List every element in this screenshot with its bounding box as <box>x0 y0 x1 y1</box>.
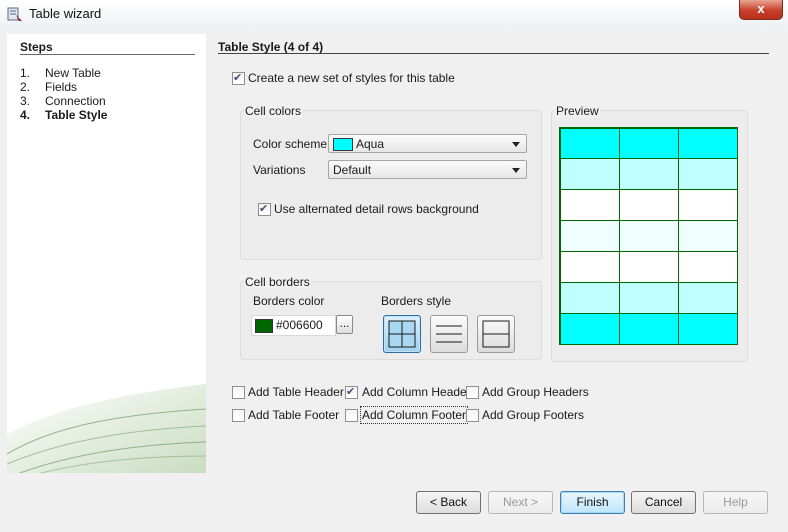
borders-color-label: Borders color <box>253 294 325 308</box>
preview-cell <box>559 189 620 222</box>
group-footers-label: Add Group Footers <box>482 408 585 422</box>
preview-cell <box>618 220 679 252</box>
steps-divider <box>20 54 195 55</box>
cancel-button[interactable]: Cancel <box>631 491 696 514</box>
step-fields: 2. Fields <box>20 80 78 94</box>
preview-cell <box>677 189 738 222</box>
step-table-style: 4. Table Style <box>20 108 108 122</box>
chevron-down-icon <box>512 142 520 147</box>
preview-cell <box>677 220 738 252</box>
column-footer-checkbox[interactable] <box>345 409 358 422</box>
section-title: Table Style (4 of 4) <box>218 40 324 54</box>
borders-color-chip <box>255 319 273 333</box>
border-style-all-button[interactable] <box>383 315 421 353</box>
preview-cell <box>559 312 620 345</box>
finish-button[interactable]: Finish <box>560 491 625 514</box>
window-title: Table wizard <box>29 6 102 21</box>
close-button[interactable]: x <box>739 0 783 20</box>
preview-cell <box>618 127 679 160</box>
group-headers-label: Add Group Headers <box>482 385 589 399</box>
group-footers-checkbox[interactable] <box>466 409 479 422</box>
preview-cell <box>559 250 620 283</box>
preview-cell <box>618 250 679 283</box>
alternated-rows-checkbox[interactable] <box>258 202 271 216</box>
preview-cell <box>618 281 679 314</box>
column-header-label: Add Column Header <box>362 385 471 399</box>
steps-panel: Steps 1. New Table 2. Fields 3. Connection … <box>7 34 206 473</box>
preview-cell <box>618 189 679 222</box>
column-header-checkbox[interactable] <box>345 385 358 399</box>
color-scheme-label: Color scheme <box>253 137 328 151</box>
step-new-table: 1. New Table <box>20 66 101 80</box>
title-bar <box>0 0 788 29</box>
decorative-swoosh <box>7 384 206 473</box>
preview-cell <box>677 158 738 191</box>
table-header-label: Add Table Header <box>248 385 344 399</box>
preview-cell <box>677 312 738 345</box>
table-header-checkbox[interactable] <box>232 386 245 399</box>
preview-table <box>559 127 738 345</box>
cell-colors-title: Cell colors <box>244 104 303 118</box>
next-button[interactable]: Next > <box>488 491 553 514</box>
cell-colors-group <box>240 110 542 260</box>
preview-cell <box>559 281 620 314</box>
variations-label: Variations <box>253 163 306 177</box>
column-footer-label: Add Column Footer <box>359 406 469 424</box>
grid-borders-icon <box>388 320 416 348</box>
preview-cell <box>559 127 620 160</box>
preview-cell <box>559 158 620 191</box>
border-style-horizontal-button[interactable] <box>430 315 468 353</box>
app-icon <box>7 7 22 21</box>
outer-borders-icon <box>482 320 510 348</box>
preview-cell <box>618 312 679 345</box>
horizontal-borders-icon <box>436 325 462 343</box>
preview-cell <box>559 220 620 252</box>
create-styles-label: Create a new set of styles for this tabl… <box>248 71 455 85</box>
content-panel: Table Style (4 of 4) Create a new set of… <box>207 34 781 473</box>
preview-title: Preview <box>555 104 600 118</box>
alternated-rows-label: Use alternated detail rows background <box>274 202 479 216</box>
border-style-outer-button[interactable] <box>477 315 515 353</box>
variations-select[interactable]: Default <box>328 160 527 179</box>
table-footer-checkbox[interactable] <box>232 409 245 422</box>
aqua-swatch <box>333 138 353 151</box>
step-connection: 3. Connection <box>20 94 106 108</box>
section-divider <box>218 53 769 54</box>
table-footer-label: Add Table Footer <box>248 408 340 422</box>
help-button[interactable]: Help <box>703 491 768 514</box>
steps-title: Steps <box>20 40 53 54</box>
chevron-down-icon <box>512 168 520 173</box>
color-scheme-select[interactable]: Aqua <box>328 134 527 153</box>
cell-borders-title: Cell borders <box>244 275 311 289</box>
borders-style-label: Borders style <box>381 294 452 308</box>
close-icon: x <box>757 1 765 16</box>
borders-color-button[interactable]: ... <box>336 315 353 334</box>
preview-cell <box>677 250 738 283</box>
preview-cell <box>677 127 738 160</box>
back-button[interactable]: < Back <box>416 491 481 514</box>
preview-cell <box>677 281 738 314</box>
group-headers-checkbox[interactable] <box>466 386 479 399</box>
borders-color-field[interactable]: #006600 <box>251 315 336 336</box>
preview-cell <box>618 158 679 191</box>
create-styles-checkbox[interactable] <box>232 71 245 85</box>
